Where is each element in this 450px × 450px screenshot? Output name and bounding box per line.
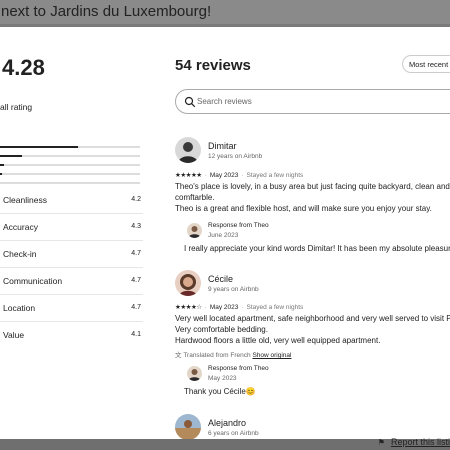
stay-length: Stayed a few nights xyxy=(246,172,304,179)
show-original-link[interactable]: Show original xyxy=(252,352,291,359)
translation-notice: 文 Translated from French Show original xyxy=(175,352,292,359)
response-date: May 2023 xyxy=(208,375,237,382)
search-reviews-field[interactable]: Search reviews xyxy=(175,89,450,114)
category-value: 4.7 xyxy=(131,304,141,311)
category-value: 4.1 xyxy=(131,331,141,338)
search-icon xyxy=(184,96,196,108)
reviews-panel: 54 reviews Most recent Search reviews Di… xyxy=(163,27,450,439)
response-text: Thank you Cécile😊 xyxy=(184,387,256,396)
reviewer-name: Dimitar xyxy=(208,141,237,151)
response-title: Response from Theo xyxy=(208,365,269,372)
reviews-modal: 4.28 all rating Cleanliness 4.2 Accuracy 4… xyxy=(0,27,450,439)
review-text: Theo's place is lovely, in a busy area b… xyxy=(175,182,450,213)
rating-bar-3 xyxy=(0,164,140,166)
category-value: 4.7 xyxy=(131,277,141,284)
host-avatar[interactable] xyxy=(187,223,202,238)
category-row: Location 4.7 xyxy=(0,294,143,321)
reviewer-name: Cécile xyxy=(208,274,234,284)
response-date: June 2023 xyxy=(208,232,239,239)
review-meta: ★★★★★ · May 2023 · Stayed a few nights xyxy=(175,172,304,179)
rating-bar-2 xyxy=(0,173,140,175)
category-row: Check-in 4.7 xyxy=(0,240,143,267)
search-input[interactable]: Search reviews xyxy=(197,97,252,106)
overall-rating-label: all rating xyxy=(0,102,33,112)
reviews-count-title: 54 reviews xyxy=(175,57,251,74)
category-name: Location xyxy=(3,303,36,313)
category-name: Value xyxy=(3,330,25,340)
reviewer-tenure: 6 years on Airbnb xyxy=(208,430,259,437)
translate-icon: 文 xyxy=(175,352,182,359)
reviewer-tenure: 12 years on Airbnb xyxy=(208,153,263,160)
reviewer-avatar[interactable] xyxy=(175,270,201,296)
host-avatar[interactable] xyxy=(187,366,202,381)
rating-bar-4 xyxy=(0,155,140,157)
review-meta: ★★★★☆ · May 2023 · Stayed a few nights xyxy=(175,304,304,311)
category-value: 4.3 xyxy=(131,223,141,230)
rating-stars: ★★★★☆ xyxy=(175,304,202,311)
reviewer-avatar[interactable] xyxy=(175,414,201,439)
reviewer-name: Alejandro xyxy=(208,418,247,428)
overall-rating: 4.28 xyxy=(2,55,45,80)
report-listing-link[interactable]: ⚑ Report this listi xyxy=(378,437,450,447)
category-name: Check-in xyxy=(3,249,37,259)
category-name: Cleanliness xyxy=(3,195,47,205)
category-name: Communication xyxy=(3,276,63,286)
reviewer-tenure: 9 years on Airbnb xyxy=(208,286,259,293)
review-text: Very well located apartment, safe neighb… xyxy=(175,314,450,345)
category-ratings: Cleanliness 4.2 Accuracy 4.3 Check-in 4.7 C… xyxy=(0,187,143,348)
sort-label: Most recent xyxy=(409,60,449,69)
category-name: Accuracy xyxy=(3,222,38,232)
rating-stars: ★★★★★ xyxy=(175,172,202,179)
sort-dropdown[interactable]: Most recent xyxy=(402,55,450,73)
category-row: Communication 4.7 xyxy=(0,267,143,294)
response-text: I really appreciate your kind words Dimi… xyxy=(184,244,450,253)
category-value: 4.7 xyxy=(131,250,141,257)
reviewer-avatar[interactable] xyxy=(175,137,201,163)
rating-bar-1 xyxy=(0,182,140,184)
rating-bar-5 xyxy=(0,146,140,148)
flag-icon: ⚑ xyxy=(377,438,385,447)
category-row: Cleanliness 4.2 xyxy=(0,187,143,213)
rating-summary: 4.28 all rating Cleanliness 4.2 Accuracy 4… xyxy=(0,27,150,439)
listing-title-backdrop: next to Jardins du Luxembourg! xyxy=(0,0,450,24)
category-value: 4.2 xyxy=(131,196,141,203)
category-row: Accuracy 4.3 xyxy=(0,213,143,240)
category-row: Value 4.1 xyxy=(0,321,143,348)
review-date: May 2023 xyxy=(209,172,239,179)
response-title: Response from Theo xyxy=(208,222,269,229)
review-date: May 2023 xyxy=(209,304,239,311)
stay-length: Stayed a few nights xyxy=(246,304,304,311)
